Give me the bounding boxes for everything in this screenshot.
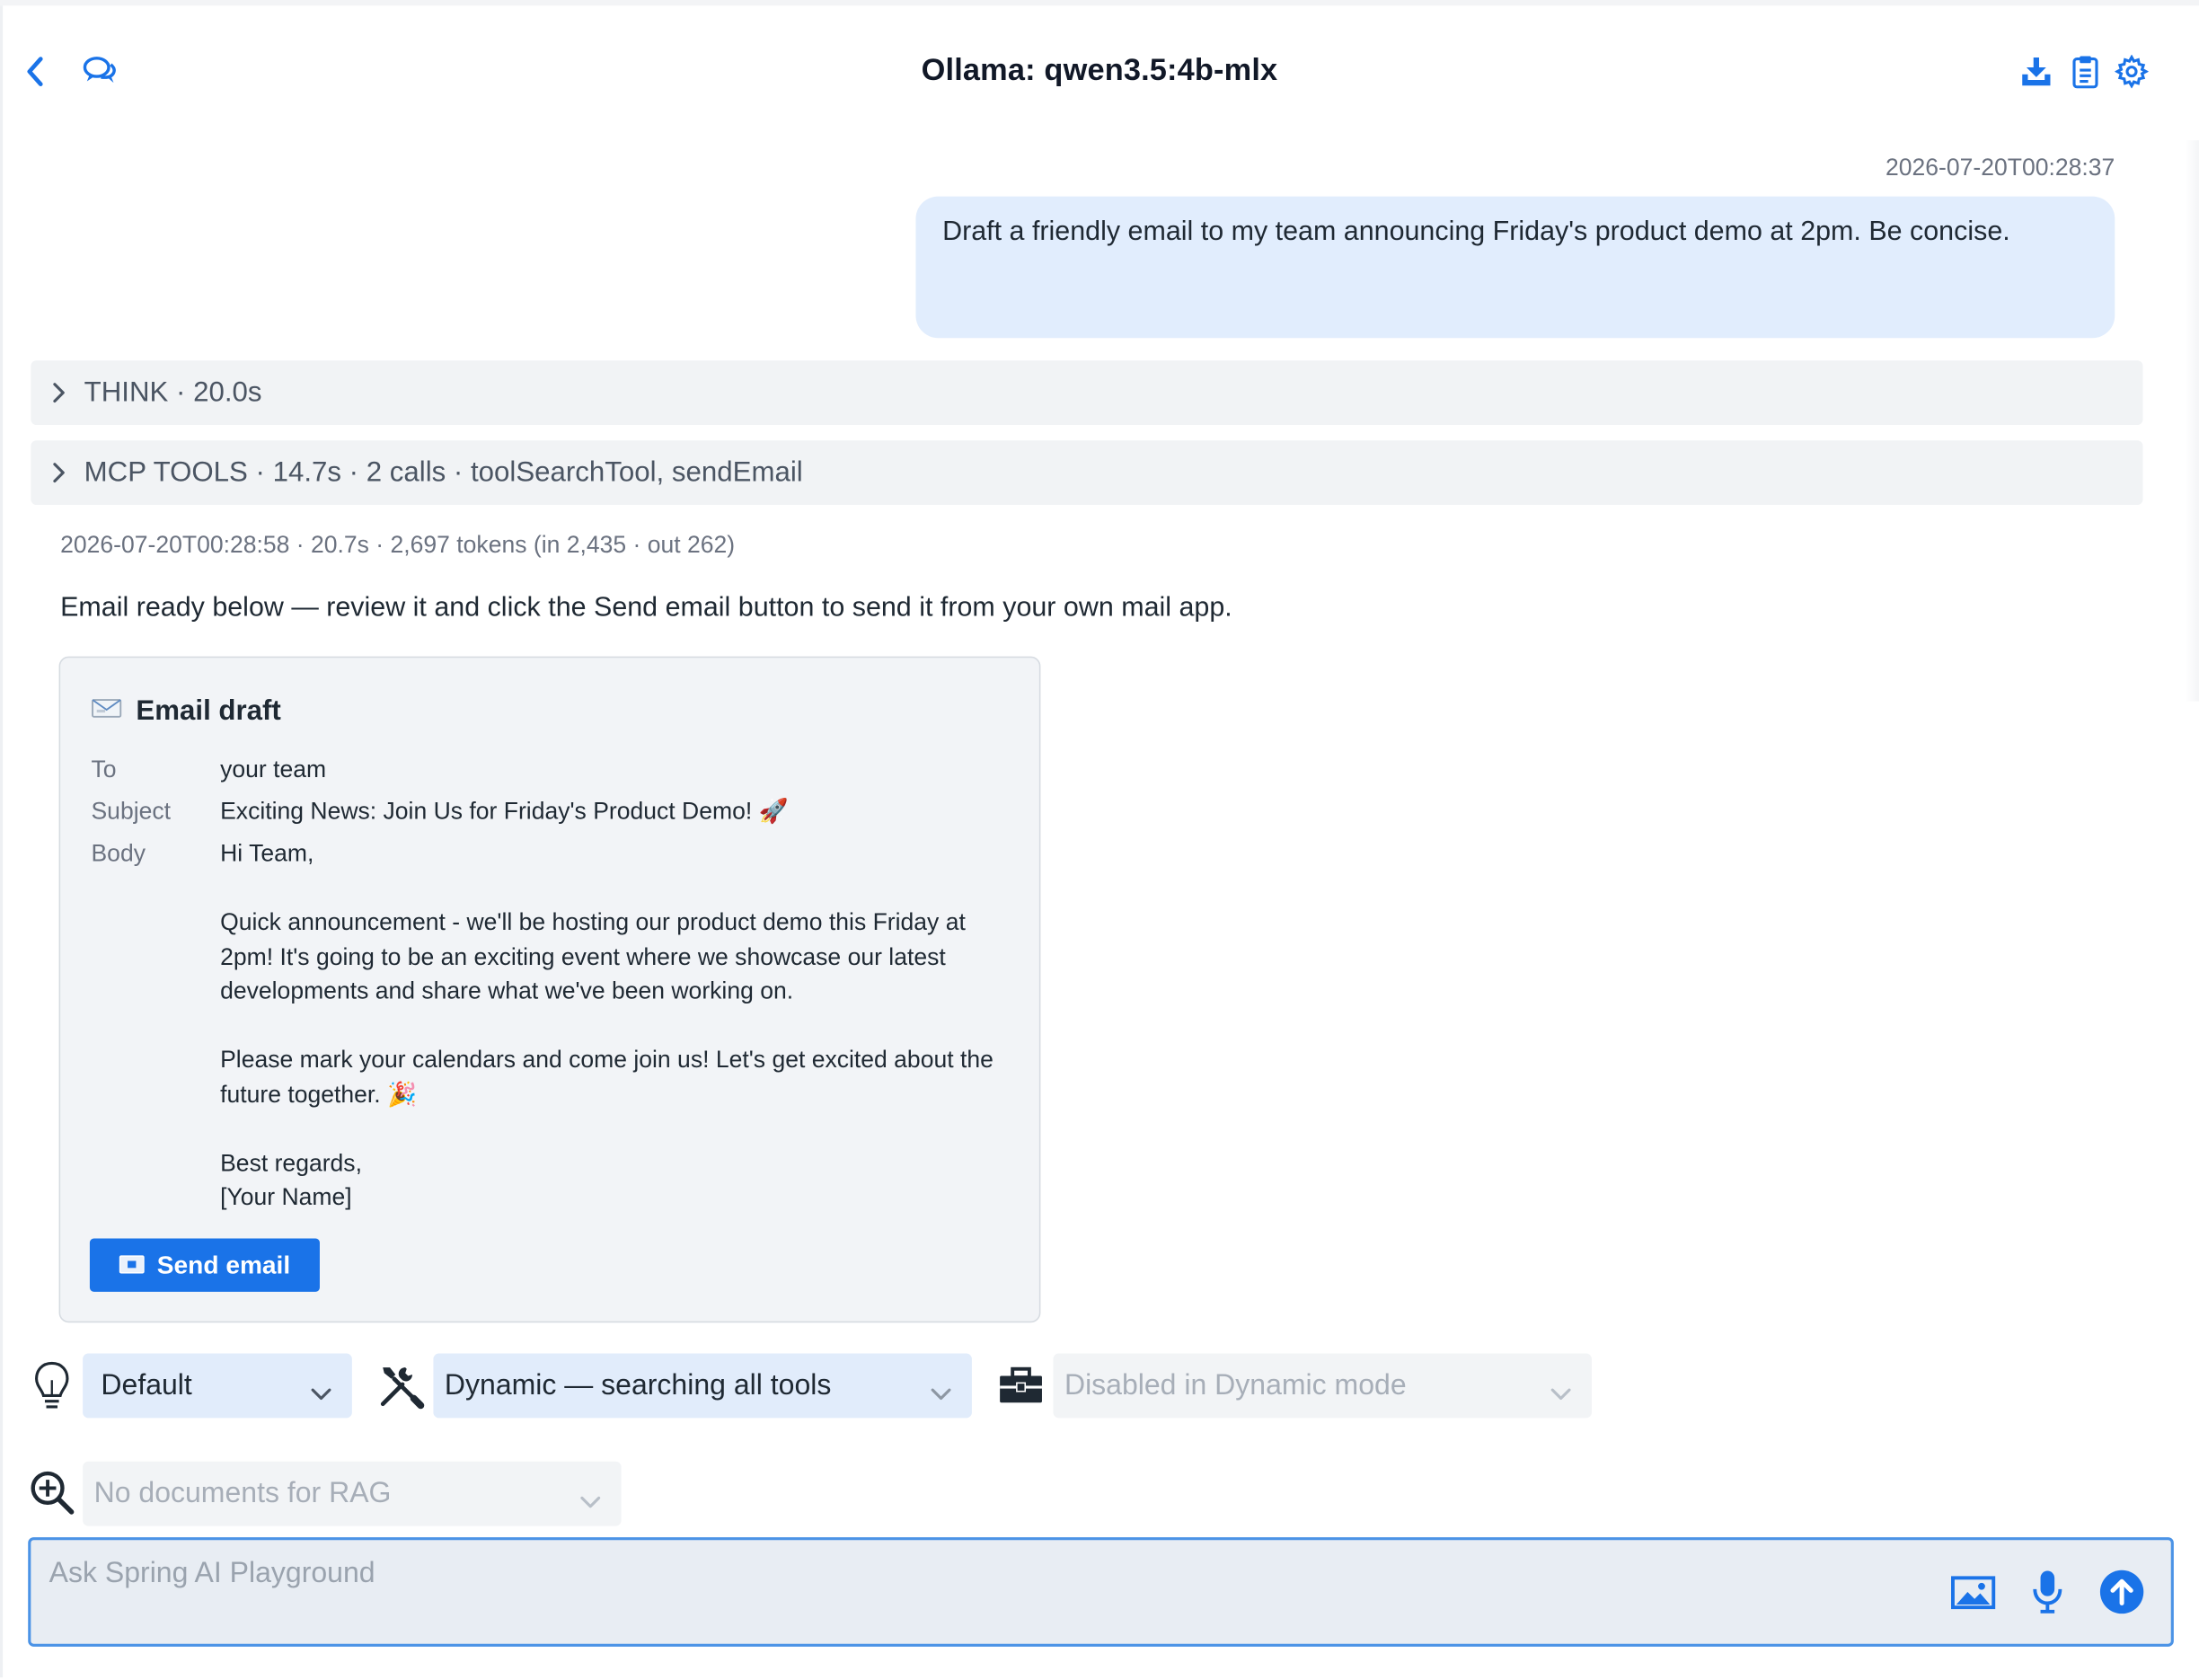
email-card-header: Email draft (91, 695, 281, 728)
clipboard-icon[interactable] (2067, 53, 2104, 90)
mcp-tools-label: MCP TOOLS · 14.7s · 2 calls · toolSearch… (84, 456, 803, 488)
chevron-right-icon (31, 462, 86, 484)
chevron-down-icon (1550, 1376, 1572, 1410)
send-arrow-icon[interactable] (2098, 1568, 2146, 1615)
tools-mode-value: Dynamic — searching all tools (444, 1368, 832, 1401)
email-to-value: your team (220, 756, 327, 783)
user-message-timestamp: 2026-07-20T00:28:37 (1885, 154, 2115, 181)
chevron-down-icon (310, 1376, 332, 1410)
email-subject-value: Exciting News: Join Us for Friday's Prod… (220, 798, 789, 825)
tools-icon (375, 1357, 426, 1413)
right-edge-shadow (2185, 140, 2199, 702)
email-body-label: Body (91, 840, 146, 867)
think-label: THINK · 20.0s (84, 376, 262, 408)
send-email-button[interactable]: Send email (89, 1238, 320, 1292)
chevron-down-icon (579, 1484, 602, 1517)
response-meta: 2026-07-20T00:28:58 · 20.7s · 2,697 toke… (60, 531, 736, 559)
email-to-label: To (91, 756, 117, 783)
download-icon[interactable] (2018, 53, 2055, 90)
gear-icon[interactable] (2114, 53, 2150, 90)
send-email-label: Send email (156, 1250, 291, 1279)
mcp-tools-section-toggle[interactable]: MCP TOOLS · 14.7s · 2 calls · toolSearch… (31, 440, 2143, 506)
prompt-select[interactable]: Default (83, 1353, 352, 1419)
magnifier-plus-icon (27, 1467, 77, 1517)
chat-input-placeholder: Ask Spring AI Playground (49, 1556, 375, 1589)
toolbox-icon (995, 1360, 1046, 1410)
chat-input[interactable]: Ask Spring AI Playground (28, 1537, 2174, 1647)
envelope-icon (119, 1251, 145, 1280)
user-message-bubble: Draft a friendly email to my team announ… (915, 196, 2115, 339)
think-section-toggle[interactable]: THINK · 20.0s (31, 360, 2143, 426)
toolbox-select-value: Disabled in Dynamic mode (1064, 1368, 1407, 1401)
email-card-title: Email draft (136, 695, 281, 727)
page-title: Ollama: qwen3.5:4b-mlx (921, 51, 1278, 87)
rag-documents-select[interactable]: No documents for RAG (83, 1461, 622, 1526)
email-body-value: Hi Team, Quick announcement - we'll be h… (220, 840, 994, 1211)
chevron-right-icon (31, 382, 86, 404)
tools-mode-select[interactable]: Dynamic — searching all tools (433, 1353, 972, 1419)
microphone-icon[interactable] (2027, 1568, 2067, 1615)
chevron-down-icon (930, 1376, 952, 1410)
response-text: Email ready below — review it and click … (60, 591, 1232, 623)
header: Ollama: qwen3.5:4b-mlx (0, 5, 2199, 135)
image-upload-icon[interactable] (1949, 1574, 1997, 1614)
envelope-icon (91, 695, 122, 728)
email-draft-card: Email draft To your team Subject Excitin… (58, 656, 1041, 1323)
lightbulb-icon (30, 1357, 75, 1413)
left-edge (0, 5, 4, 1678)
toolbox-select[interactable]: Disabled in Dynamic mode (1053, 1353, 1592, 1419)
email-subject-label: Subject (91, 798, 172, 825)
rag-select-value: No documents for RAG (93, 1476, 392, 1509)
prompt-select-value: Default (101, 1368, 192, 1401)
